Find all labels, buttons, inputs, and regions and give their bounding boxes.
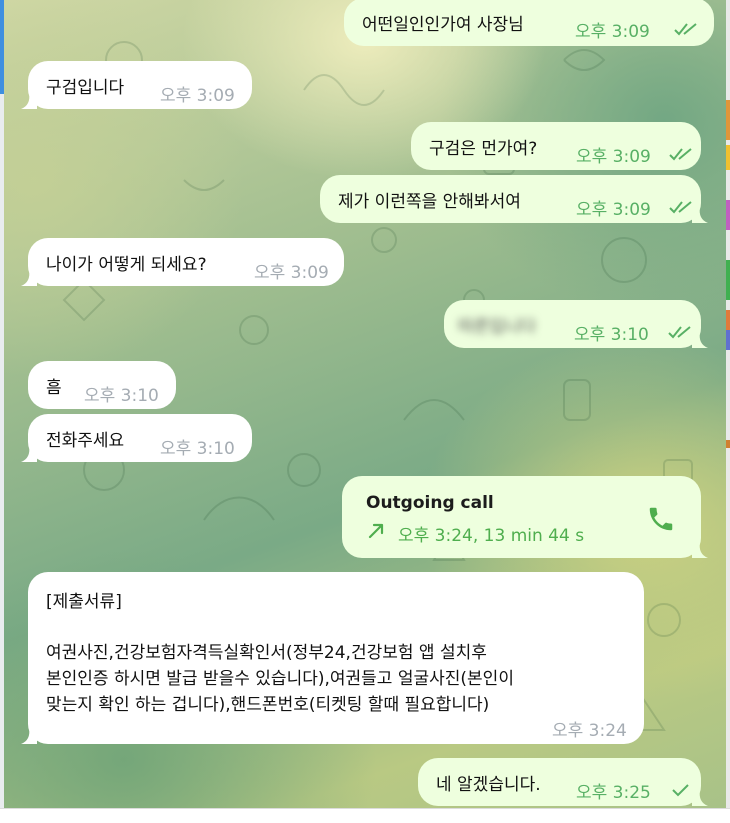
chat-background: 어떤일인인가여 사장님 오후 3:09 구검입니다 오후 3:09 구검은 먼가…: [4, 0, 726, 808]
double-check-icon: [668, 326, 691, 339]
message-incoming[interactable]: 흠 오후 3:10: [28, 361, 176, 409]
message-text: 흠: [46, 378, 62, 398]
message-time: 오후 3:09: [160, 86, 235, 106]
message-text: 구검입니다: [46, 78, 125, 98]
message-incoming[interactable]: 전화주세요 오후 3:10: [28, 414, 252, 462]
message-text: 어떤일인인가여 사장님: [362, 15, 524, 35]
message-time: 오후 3:24: [552, 721, 627, 741]
double-check-icon: [669, 201, 692, 214]
message-incoming[interactable]: 나이가 어떻게 되세요? 오후 3:09: [28, 238, 344, 286]
message-line: 본인인증 하시면 발급 받을수 있습니다),여권들고 얼굴사진(본인이: [46, 669, 514, 689]
message-time: 오후 3:10: [160, 439, 235, 459]
message-time: 오후 3:09: [254, 263, 329, 283]
message-time: 오후 3:10: [574, 325, 649, 345]
message-text: 나이가 어떻게 되세요?: [46, 255, 207, 275]
call-message[interactable]: Outgoing call 오후 3:24, 13 min 44 s: [342, 476, 701, 558]
message-line: [제출서류]: [46, 592, 122, 612]
message-outgoing[interactable]: 어떤일인인가여 사장님 오후 3:09: [344, 0, 714, 46]
double-check-icon: [669, 148, 692, 161]
message-outgoing[interactable]: 구검은 먼가여? 오후 3:09: [411, 122, 701, 170]
message-line: 맞는지 확인 하는 겁니다),핸드폰번호(티켓팅 할때 필요합니다): [46, 695, 490, 715]
message-time: 오후 3:09: [576, 147, 651, 167]
message-outgoing[interactable]: 따른입니다 오후 3:10: [444, 300, 701, 348]
message-incoming[interactable]: 구검입니다 오후 3:09: [28, 61, 252, 109]
message-incoming-documents[interactable]: [제출서류] 여권사진,건강보험자격득실확인서(정부24,건강보험 앱 설치후 …: [28, 572, 644, 744]
message-outgoing[interactable]: 네 알겠습니다. 오후 3:25: [418, 758, 701, 806]
window-edge-right: [726, 0, 730, 808]
message-time: 오후 3:09: [575, 22, 650, 42]
message-text: 구검은 먼가여?: [429, 139, 538, 159]
window-edge-accent: [0, 0, 4, 94]
outgoing-arrow-icon: [368, 523, 384, 539]
window-edge-bottom: [0, 808, 730, 823]
message-line: 여권사진,건강보험자격득실확인서(정부24,건강보험 앱 설치후: [46, 643, 487, 663]
double-check-icon: [674, 23, 697, 36]
message-time: 오후 3:25: [576, 783, 651, 803]
message-outgoing[interactable]: 제가 이런쪽을 안해봐서여 오후 3:09: [320, 175, 701, 223]
call-title: Outgoing call: [366, 493, 494, 513]
message-text: 네 알겠습니다.: [436, 775, 541, 795]
message-time: 오후 3:10: [84, 386, 159, 406]
phone-icon[interactable]: [646, 504, 676, 534]
message-text: 전화주세요: [46, 431, 125, 451]
call-time-duration: 오후 3:24, 13 min 44 s: [398, 526, 585, 546]
message-text-redacted: 따른입니다: [458, 317, 537, 337]
message-time: 오후 3:09: [576, 200, 651, 220]
message-text: 제가 이런쪽을 안해봐서여: [338, 192, 521, 212]
window-edge-left: [0, 0, 4, 808]
check-icon: [672, 784, 689, 797]
